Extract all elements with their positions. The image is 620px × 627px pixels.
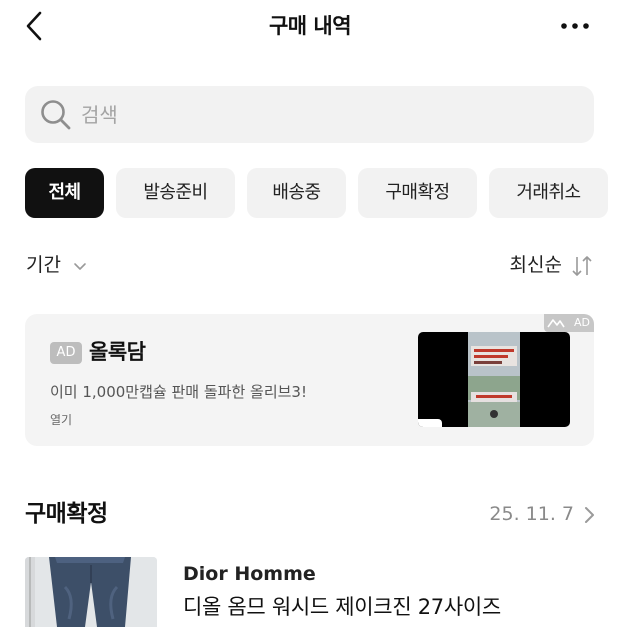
ad-badge: AD [50,342,82,364]
sort-selector[interactable]: 최신순 [510,250,594,280]
filter-chip-cancelled[interactable]: 거래취소 [489,168,608,218]
chevron-right-icon [585,506,594,523]
filter-chip-preparing[interactable]: 발송준비 [116,168,235,218]
ad-video-thumbnail[interactable] [418,332,570,427]
order-status-title: 구매확정 [25,501,108,527]
order-date: 25. 11. 7 [489,503,574,525]
product-thumbnail[interactable] [25,557,157,627]
filter-chip-all[interactable]: 전체 [25,168,104,218]
ad-description: 이미 1,000만캡슐 판매 돌파한 올리브3! [50,383,307,401]
ad-card[interactable]: AD 올록담 이미 1,000만캡슐 판매 돌파한 올리브3! 열기 AD [25,314,594,446]
video-progress-pill [418,419,442,427]
period-filter[interactable]: 기간 [26,250,87,280]
filter-chip-confirmed[interactable]: 구매확정 [358,168,477,218]
order-date-link[interactable]: 25. 11. 7 [489,499,596,529]
search-input[interactable] [81,86,571,143]
page-title: 구매 내역 [268,14,352,38]
product-brand: Dior Homme [183,563,316,585]
ad-corner-label[interactable]: AD [544,314,594,332]
more-options-button[interactable] [556,8,596,44]
search-bar[interactable] [25,86,594,143]
ad-brand-name: 올록담 [89,340,146,364]
product-name[interactable]: 디올 옴므 워시드 제이크진 27사이즈 [183,592,501,622]
ad-corner-text: AD [574,316,590,329]
filter-chip-shipping[interactable]: 배송중 [247,168,346,218]
sort-arrows-icon [572,255,592,276]
ad-choices-icon [547,319,565,328]
ad-video-frame [468,332,520,427]
period-label: 기간 [26,254,61,276]
chevron-down-icon [73,251,87,281]
ad-open-link[interactable]: 열기 [50,410,72,430]
more-dots-icon [561,23,589,29]
search-icon [41,100,71,130]
sort-label: 최신순 [509,254,562,276]
